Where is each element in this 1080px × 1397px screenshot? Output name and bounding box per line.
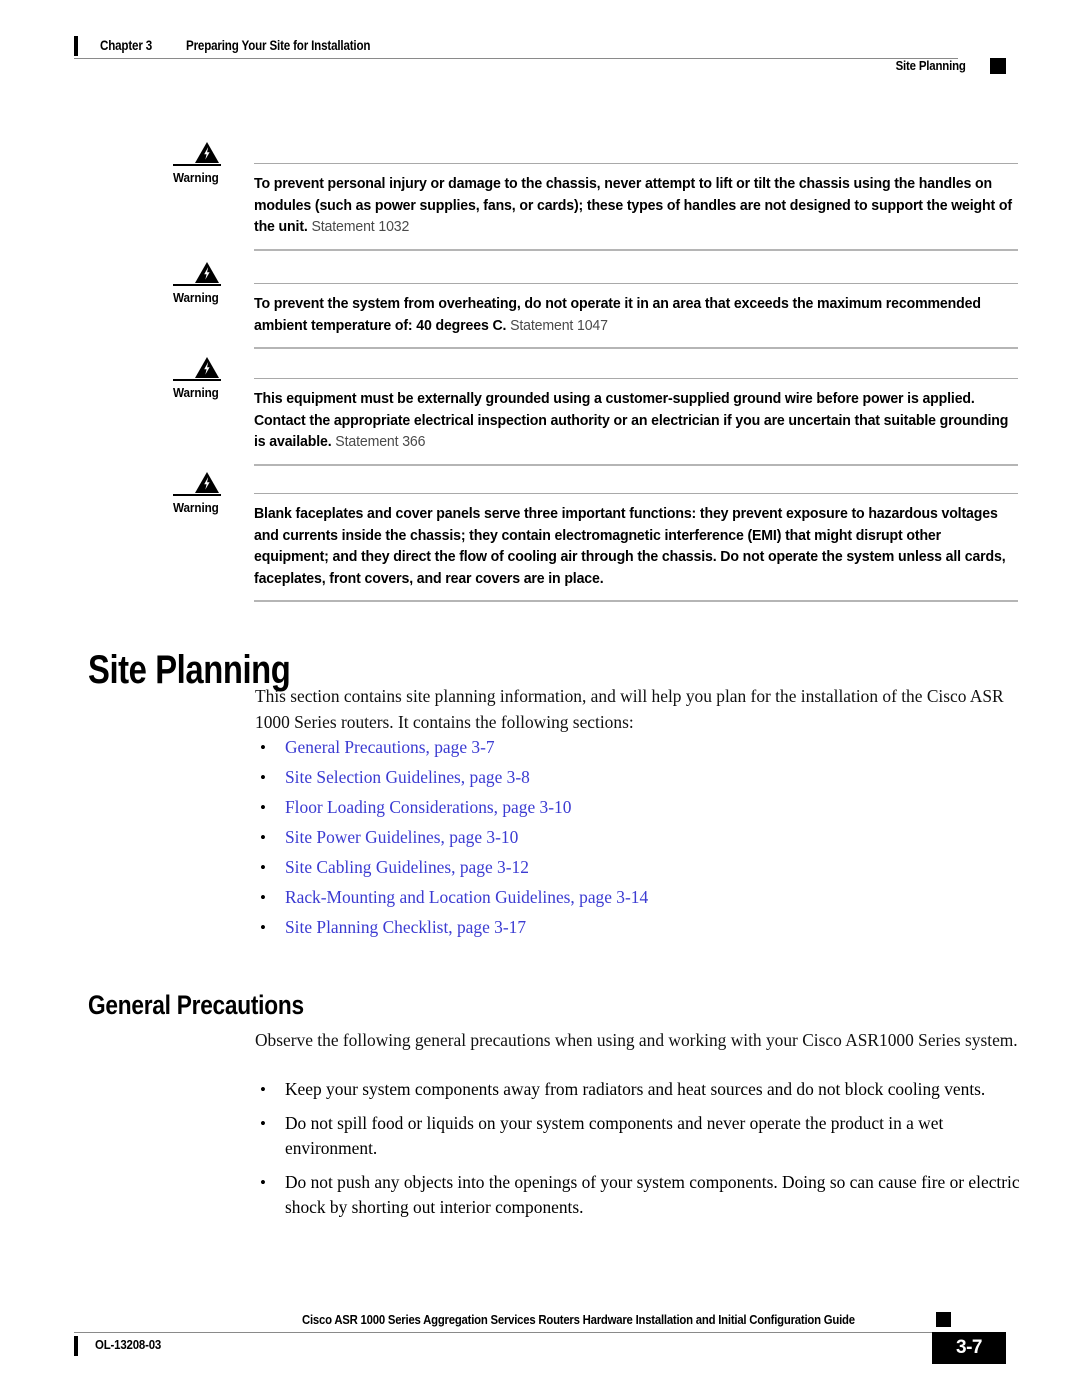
header-chapter-number: Chapter 3 <box>100 38 153 53</box>
page-header: Chapter 3 Preparing Your Site for Instal… <box>74 33 1006 74</box>
general-precautions-intro: Observe the following general precaution… <box>255 1030 1018 1050</box>
warning-icon-rule <box>173 164 221 166</box>
warning-icon-column: Warning <box>173 262 241 305</box>
header-tick-marker <box>74 36 78 56</box>
bullet-icon: • <box>260 1080 266 1099</box>
warning-icon-column: Warning <box>173 357 241 400</box>
link-site-power-guidelines[interactable]: Site Power Guidelines, page 3-10 <box>285 827 518 847</box>
bullet-icon: • <box>260 888 266 907</box>
link-site-cabling-guidelines[interactable]: Site Cabling Guidelines, page 3-12 <box>285 857 529 877</box>
link-general-precautions[interactable]: General Precautions, page 3-7 <box>285 737 495 757</box>
precaution-text: Do not push any objects into the opening… <box>285 1172 1020 1217</box>
footer-divider <box>74 1332 936 1333</box>
section-heading-general-precautions: General Precautions <box>88 990 304 1020</box>
footer-document-title: Cisco ASR 1000 Series Aggregation Servic… <box>302 1312 855 1327</box>
warning-text: This equipment must be externally ground… <box>254 388 1018 453</box>
precaution-text: Do not spill food or liquids on your sys… <box>285 1113 944 1158</box>
list-item: • Do not spill food or liquids on your s… <box>255 1111 1035 1161</box>
warning-rule-bottom <box>254 463 1018 466</box>
warning-text-main: To prevent the system from overheating, … <box>254 295 981 334</box>
warning-label: Warning <box>173 170 219 185</box>
site-planning-intro: This section contains site planning info… <box>255 686 1004 732</box>
warning-body: This equipment must be externally ground… <box>254 357 1018 466</box>
link-site-planning-checklist[interactable]: Site Planning Checklist, page 3-17 <box>285 917 526 937</box>
list-item: • Keep your system components away from … <box>255 1077 1035 1102</box>
warning-text-main: Blank faceplates and cover panels serve … <box>254 505 1006 587</box>
warning-icon-column: Warning <box>173 142 241 185</box>
footer-document-id: OL-13208-03 <box>95 1337 162 1352</box>
warning-icon-rule <box>173 494 221 496</box>
warning-statement: Statement 1032 <box>311 218 410 235</box>
general-precautions-list: • Keep your system components away from … <box>255 1077 1035 1229</box>
warning-triangle-lightning-icon <box>195 357 219 378</box>
header-chapter-title: Preparing Your Site for Installation <box>186 38 371 53</box>
footer-page-number: 3-7 <box>956 1337 982 1358</box>
link-floor-loading-considerations[interactable]: Floor Loading Considerations, page 3-10 <box>285 797 571 817</box>
warning-rule-bottom <box>254 347 1018 349</box>
link-site-selection-guidelines[interactable]: Site Selection Guidelines, page 3-8 <box>285 767 530 787</box>
list-item: • Do not push any objects into the openi… <box>255 1170 1035 1220</box>
list-item[interactable]: • Site Power Guidelines, page 3-10 <box>255 825 1035 850</box>
list-item[interactable]: • Floor Loading Considerations, page 3-1… <box>255 795 1035 820</box>
warning-statement: Statement 1047 <box>510 316 608 334</box>
header-divider <box>74 58 958 59</box>
bullet-icon: • <box>260 1173 266 1192</box>
footer-square-marker <box>936 1312 951 1327</box>
warning-triangle-lightning-icon <box>195 262 219 283</box>
page-footer: Cisco ASR 1000 Series Aggregation Servic… <box>74 1312 1006 1372</box>
warning-text: To prevent personal injury or damage to … <box>254 173 1018 238</box>
warning-text: Blank faceplates and cover panels serve … <box>254 503 1018 589</box>
bullet-icon: • <box>260 918 266 937</box>
warning-label: Warning <box>173 385 219 400</box>
header-square-marker <box>990 58 1006 74</box>
list-item[interactable]: • Site Cabling Guidelines, page 3-12 <box>255 855 1035 880</box>
bullet-icon: • <box>260 1114 266 1133</box>
link-rack-mounting-and-location-guidelines[interactable]: Rack-Mounting and Location Guidelines, p… <box>285 887 648 907</box>
document-page: Chapter 3 Preparing Your Site for Instal… <box>0 0 1080 1397</box>
bullet-icon: • <box>260 828 266 847</box>
warning-icon-rule <box>173 379 221 381</box>
warning-triangle-lightning-icon <box>195 472 219 493</box>
warning-body: To prevent personal injury or damage to … <box>254 142 1018 251</box>
warning-text: To prevent the system from overheating, … <box>254 293 1018 336</box>
warning-rule-top <box>254 283 1018 284</box>
warning-label: Warning <box>173 290 219 305</box>
warning-body: To prevent the system from overheating, … <box>254 262 1018 349</box>
footer-tick-marker <box>74 1336 78 1356</box>
warning-rule-bottom <box>254 600 1018 602</box>
site-planning-link-list: • General Precautions, page 3-7 • Site S… <box>255 735 1035 945</box>
list-item[interactable]: • Site Selection Guidelines, page 3-8 <box>255 765 1035 790</box>
bullet-icon: • <box>260 768 266 787</box>
warning-rule-bottom <box>254 248 1018 251</box>
header-section-title: Site Planning <box>895 58 966 73</box>
bullet-icon: • <box>260 738 266 757</box>
list-item[interactable]: • General Precautions, page 3-7 <box>255 735 1035 760</box>
warning-triangle-lightning-icon <box>195 142 219 163</box>
warning-icon-column: Warning <box>173 472 241 515</box>
warning-icon-rule <box>173 284 221 286</box>
list-item[interactable]: • Rack-Mounting and Location Guidelines,… <box>255 885 1035 910</box>
precaution-text: Keep your system components away from ra… <box>285 1079 986 1099</box>
bullet-icon: • <box>260 798 266 817</box>
warning-rule-top <box>254 378 1018 379</box>
warning-statement: Statement 366 <box>335 433 426 450</box>
list-item[interactable]: • Site Planning Checklist, page 3-17 <box>255 915 1035 940</box>
warning-rule-top <box>254 163 1018 164</box>
warning-body: Blank faceplates and cover panels serve … <box>254 472 1018 602</box>
warning-rule-top <box>254 493 1018 494</box>
warning-label: Warning <box>173 500 219 515</box>
bullet-icon: • <box>260 858 266 877</box>
